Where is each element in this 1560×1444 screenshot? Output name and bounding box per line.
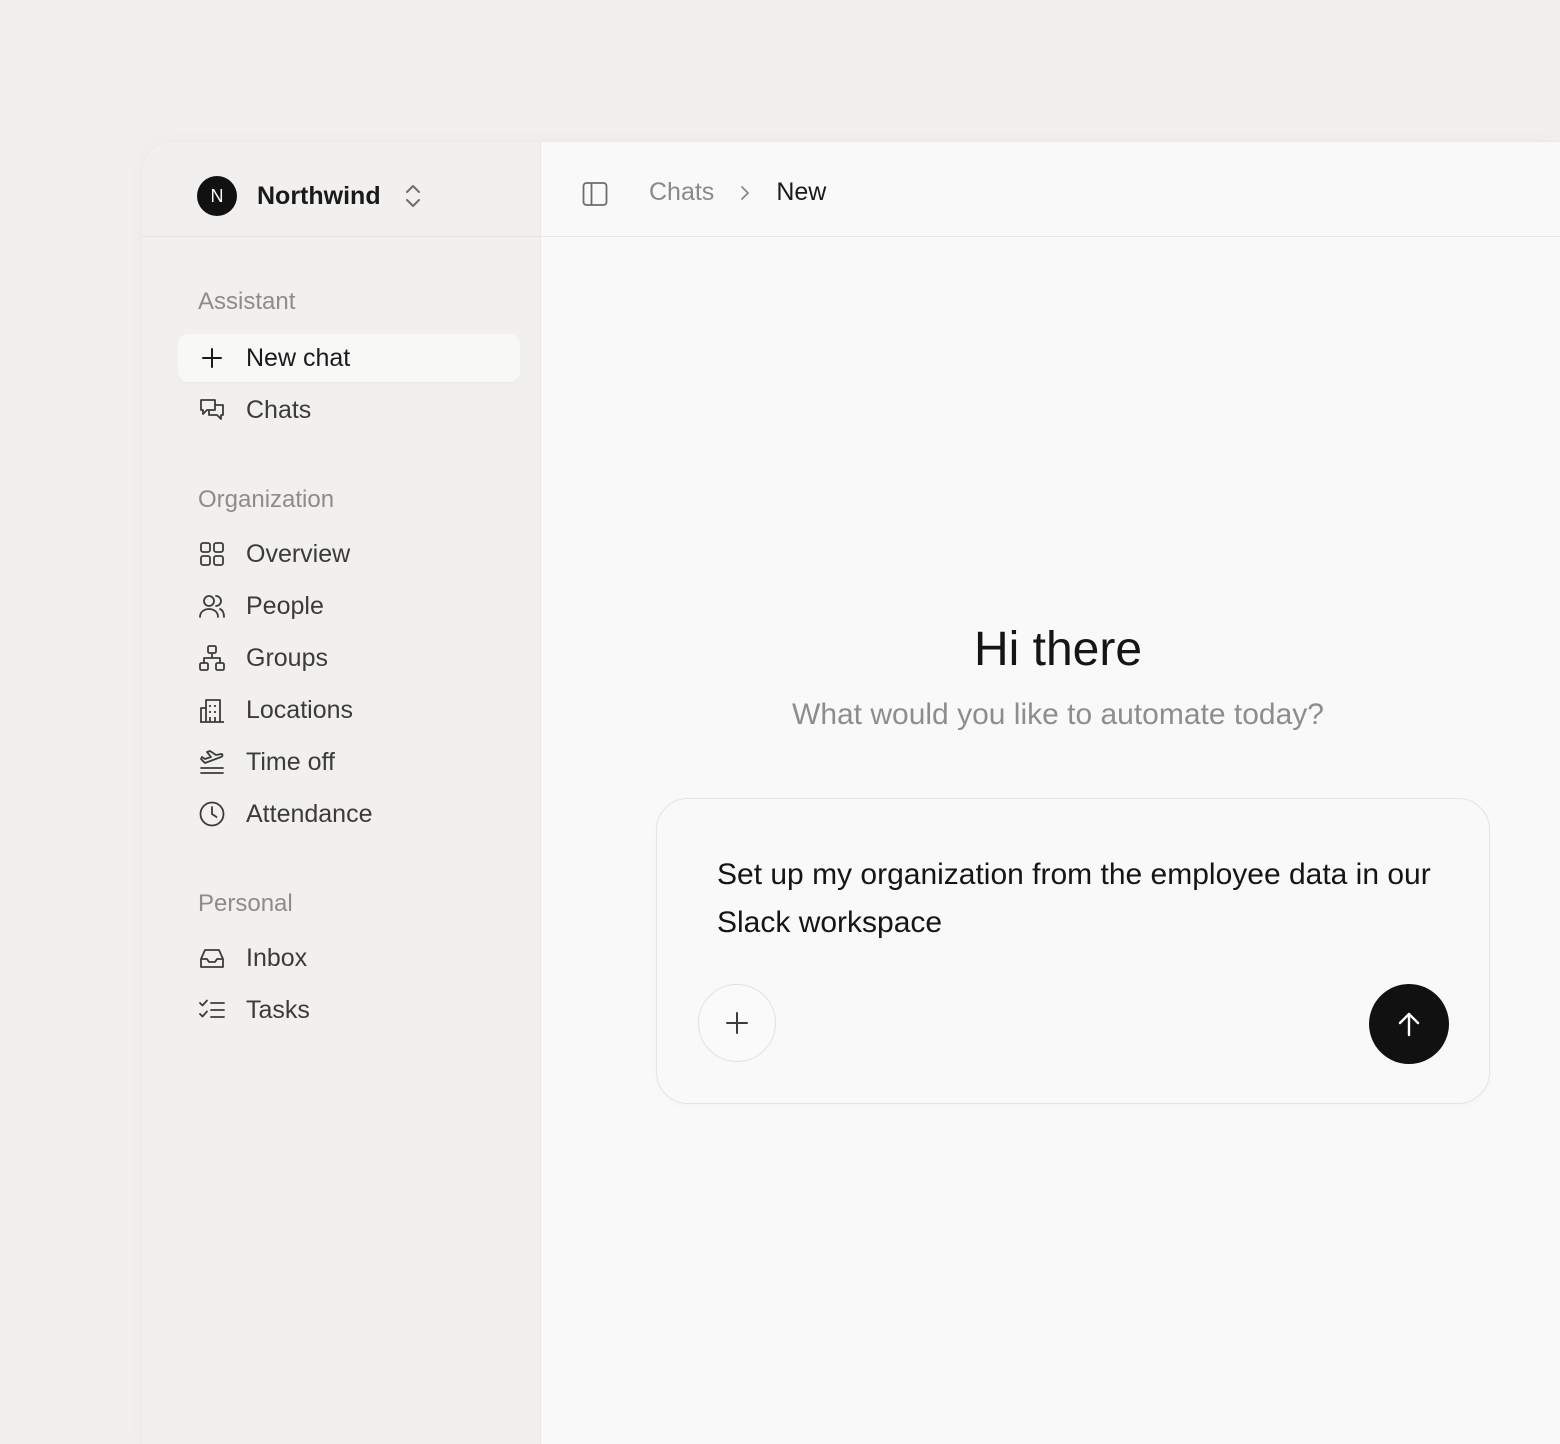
section-label-organization: Organization [198,486,335,513]
page-title: Hi there [973,623,1143,676]
sidebar-item-overview[interactable]: Overview [178,530,520,578]
breadcrumb-current: New [776,178,827,206]
sidebar-item-inbox[interactable]: Inbox [178,934,520,982]
sidebar-item-label: Time off [246,747,335,776]
attach-button[interactable] [698,984,776,1062]
breadcrumb-chats-link[interactable]: Chats [649,178,714,207]
chevron-up-down-icon [403,183,423,209]
chat-bubbles-icon [198,396,226,424]
sidebar-item-label: New chat [246,343,351,372]
sidebar: N Northwind Assistant New chat Chats Org… [142,142,541,1444]
section-label-personal: Personal [198,890,293,917]
sidebar-header: N Northwind [142,142,540,237]
sidebar-item-chats[interactable]: Chats [178,386,520,434]
sidebar-item-label: Locations [246,695,354,724]
topbar: Chats New [541,142,1560,237]
sidebar-item-label: Chats [246,395,312,424]
main-panel: Chats New Hi there What would you like t… [541,142,1560,1444]
building-icon [198,696,226,724]
app-window: N Northwind Assistant New chat Chats Org… [142,142,1560,1444]
send-button[interactable] [1369,984,1449,1064]
workspace-name: Northwind [257,181,381,210]
sidebar-item-people[interactable]: People [178,582,520,630]
inbox-icon [198,944,226,972]
breadcrumb: Chats New [649,178,826,207]
clock-icon [198,800,226,828]
hierarchy-icon [198,644,226,672]
sidebar-item-label: Groups [246,643,328,672]
sidebar-item-label: People [246,591,324,620]
page-subtitle: What would you like to automate today? [792,698,1324,731]
arrow-up-icon [1395,1010,1423,1038]
workspace-avatar: N [197,176,237,216]
workspace-switcher[interactable]: N Northwind [197,175,423,217]
sidebar-item-label: Inbox [246,943,308,972]
prompt-input[interactable]: Set up my organization from the employee… [717,851,1437,947]
sidebar-item-groups[interactable]: Groups [178,634,520,682]
checklist-icon [198,996,226,1024]
sidebar-item-new-chat[interactable]: New chat [178,334,520,382]
plane-takeoff-icon [198,748,226,776]
sidebar-item-label: Tasks [246,995,310,1024]
sidebar-item-time-off[interactable]: Time off [178,738,520,786]
plus-icon [725,1011,749,1035]
chevron-right-icon [738,184,752,202]
section-label-assistant: Assistant [198,288,296,315]
plus-icon [198,344,226,372]
grid-icon [198,540,226,568]
sidebar-item-label: Overview [246,539,351,568]
users-icon [198,592,226,620]
sidebar-toggle-icon[interactable] [581,180,609,208]
chat-composer: Set up my organization from the employee… [656,798,1490,1104]
sidebar-item-label: Attendance [246,799,373,828]
sidebar-item-attendance[interactable]: Attendance [178,790,520,838]
sidebar-item-locations[interactable]: Locations [178,686,520,734]
sidebar-item-tasks[interactable]: Tasks [178,986,520,1034]
